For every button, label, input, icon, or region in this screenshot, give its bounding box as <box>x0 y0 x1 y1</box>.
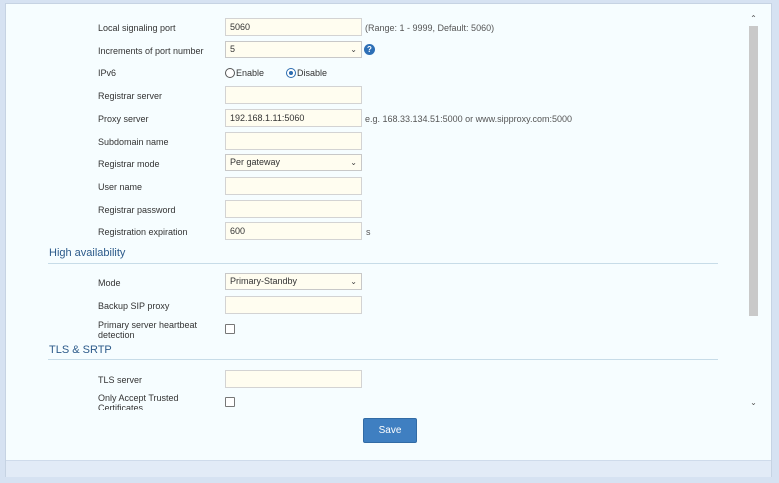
ipv6-disable-label[interactable]: Disable <box>297 63 327 83</box>
registrar-password-row: Registrar password <box>6 200 746 220</box>
port-increment-select[interactable]: 5 ⌄ <box>225 41 362 58</box>
scroll-up-icon[interactable]: ⌃ <box>748 14 759 23</box>
ipv6-enable-radio[interactable] <box>225 68 235 78</box>
registrar-mode-label: Registrar mode <box>98 159 160 169</box>
scroll-down-icon[interactable]: ⌄ <box>748 398 759 407</box>
high-availability-title: High availability <box>49 247 126 259</box>
proxy-server-row: Proxy server e.g. 168.33.134.51:5000 or … <box>6 109 746 129</box>
vertical-scrollbar[interactable]: ⌃ ⌄ <box>748 14 759 410</box>
ha-mode-label: Mode <box>98 278 121 288</box>
registration-expiration-unit: s <box>366 227 371 237</box>
local-port-hint: (Range: 1 - 9999, Default: 5060) <box>365 23 495 33</box>
registrar-password-label: Registrar password <box>98 205 176 215</box>
heartbeat-checkbox[interactable] <box>225 324 235 334</box>
ha-mode-row: Mode Primary-Standby ⌄ <box>6 273 746 293</box>
bottom-bar <box>6 460 771 477</box>
section-divider <box>48 263 718 264</box>
port-increment-value: 5 <box>230 44 236 54</box>
save-button[interactable]: Save <box>363 418 417 443</box>
registrar-mode-row: Registrar mode Per gateway ⌄ <box>6 154 746 174</box>
ipv6-row: IPv6 Enable Disable <box>6 63 746 83</box>
backup-proxy-label: Backup SIP proxy <box>98 301 170 311</box>
trusted-certs-checkbox[interactable] <box>225 397 235 407</box>
registrar-mode-select[interactable]: Per gateway ⌄ <box>225 154 362 171</box>
registration-expiration-input[interactable] <box>225 222 362 240</box>
proxy-server-label: Proxy server <box>98 114 149 124</box>
heartbeat-row: Primary server heartbeat detection <box>6 319 746 340</box>
tls-server-label: TLS server <box>98 375 143 385</box>
registrar-server-input[interactable] <box>225 86 362 104</box>
backup-proxy-row: Backup SIP proxy <box>6 296 746 316</box>
ha-mode-value: Primary-Standby <box>230 276 298 286</box>
user-name-input[interactable] <box>225 177 362 195</box>
scroll-thumb[interactable] <box>749 26 758 316</box>
registrar-server-row: Registrar server <box>6 86 746 106</box>
local-port-input[interactable] <box>225 18 362 36</box>
proxy-server-hint: e.g. 168.33.134.51:5000 or www.sipproxy.… <box>365 114 572 124</box>
backup-proxy-input[interactable] <box>225 296 362 314</box>
ipv6-label: IPv6 <box>98 68 117 78</box>
local-port-row: Local signaling port (Range: 1 - 9999, D… <box>6 18 746 38</box>
local-port-label: Local signaling port <box>98 23 176 33</box>
user-name-label: User name <box>98 182 143 192</box>
subdomain-row: Subdomain name <box>6 132 746 152</box>
proxy-server-input[interactable] <box>225 109 362 127</box>
ha-mode-select[interactable]: Primary-Standby ⌄ <box>225 273 362 290</box>
registration-expiration-label: Registration expiration <box>98 227 188 237</box>
subdomain-label: Subdomain name <box>98 137 169 147</box>
tls-srtp-title: TLS & SRTP <box>49 344 112 356</box>
tls-server-input[interactable] <box>225 370 362 388</box>
subdomain-input[interactable] <box>225 132 362 150</box>
settings-scroll-area[interactable]: Local signaling port (Range: 1 - 9999, D… <box>6 4 766 410</box>
ipv6-enable-label[interactable]: Enable <box>236 63 264 83</box>
registration-expiration-row: Registration expiration s <box>6 222 746 242</box>
tls-server-row: TLS server <box>6 370 746 390</box>
heartbeat-label: Primary server heartbeat detection <box>98 320 198 340</box>
section-divider <box>48 359 718 360</box>
trusted-certs-label: Only Accept Trusted Certificates <box>98 393 179 410</box>
question-circle-icon[interactable]: ? <box>364 44 375 55</box>
ipv6-disable-radio[interactable] <box>286 68 296 78</box>
settings-window: Local signaling port (Range: 1 - 9999, D… <box>5 3 772 477</box>
trusted-certs-row: Only Accept Trusted Certificates <box>6 392 746 410</box>
chevron-down-icon: ⌄ <box>350 277 357 286</box>
port-increment-row: Increments of port number 5 ⌄ ? <box>6 41 746 61</box>
chevron-down-icon: ⌄ <box>350 45 357 54</box>
chevron-down-icon: ⌄ <box>350 158 357 167</box>
registrar-server-label: Registrar server <box>98 91 163 101</box>
registrar-password-input[interactable] <box>225 200 362 218</box>
port-increment-label: Increments of port number <box>98 46 204 56</box>
registrar-mode-value: Per gateway <box>230 157 281 167</box>
user-name-row: User name <box>6 177 746 197</box>
